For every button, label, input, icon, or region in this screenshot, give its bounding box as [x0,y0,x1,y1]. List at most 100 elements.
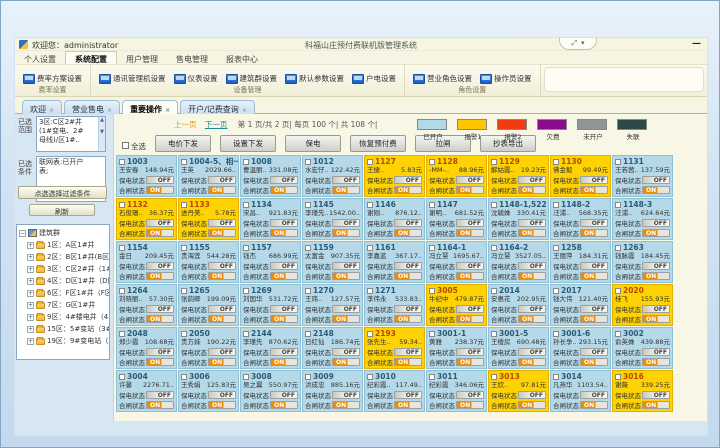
meter-card[interactable]: 3011纪彩霞346.06元保电状态OFF合闸状态ON [426,370,487,412]
baodian-toggle[interactable]: OFF [146,348,174,356]
card-checkbox[interactable] [429,245,435,251]
hezha-toggle[interactable]: ON [580,229,608,237]
baodian-toggle[interactable]: OFF [456,262,484,270]
hezha-toggle[interactable]: ON [208,186,236,194]
hezha-toggle[interactable]: ON [270,358,298,366]
select-all-checkbox[interactable] [122,142,129,149]
baodian-toggle[interactable]: OFF [332,176,360,184]
meter-card[interactable]: 1130佛金毅99.49元保电状态OFF合闸状态ON [550,155,611,197]
ribbon-button[interactable]: 仪表设置 [170,71,222,86]
hezha-toggle[interactable]: ON [518,272,546,280]
meter-card[interactable]: 1161李嘉蓝367.17..保电状态OFF合闸状态ON [364,241,425,283]
tree-item[interactable]: +7区：G区1#井 [19,299,109,311]
baodian-toggle[interactable]: OFF [456,391,484,399]
toolbar-button-设置下发[interactable]: 设置下发 [220,135,276,152]
hezha-toggle[interactable]: ON [332,229,360,237]
baodian-toggle[interactable]: OFF [394,219,422,227]
ribbon-button[interactable]: 建筑群设置 [222,71,282,86]
hezha-toggle[interactable]: ON [456,229,484,237]
hezha-toggle[interactable]: ON [332,315,360,323]
card-checkbox[interactable] [367,245,373,251]
hezha-toggle[interactable]: ON [394,358,422,366]
hezha-toggle[interactable]: ON [580,272,608,280]
meter-card[interactable]: 2193张先生..59.34..保电状态OFF合闸状态ON [364,327,425,369]
expand-icon[interactable]: + [27,290,34,297]
hezha-toggle[interactable]: ON [208,229,236,237]
hezha-toggle[interactable]: ON [456,358,484,366]
hezha-toggle[interactable]: ON [270,272,298,280]
meter-card[interactable]: 1131王若茜..137.59元保电状态OFF合闸状态ON [612,155,673,197]
card-checkbox[interactable] [553,374,559,380]
card-checkbox[interactable] [305,245,311,251]
card-checkbox[interactable] [615,202,621,208]
card-checkbox[interactable] [119,159,125,165]
hezha-toggle[interactable]: ON [146,315,174,323]
card-checkbox[interactable] [181,331,187,337]
tree-item[interactable]: +1区：A区1#井 [19,239,109,251]
baodian-toggle[interactable]: OFF [642,305,670,313]
meter-card[interactable]: 1164-1冯立慧1695.67..保电状态OFF合闸状态ON [426,241,487,283]
baodian-toggle[interactable]: OFF [518,305,546,313]
card-checkbox[interactable] [367,288,373,294]
hezha-toggle[interactable]: ON [146,229,174,237]
meter-card[interactable]: 3006王秀娟125.83元保电状态OFF合闸状态ON [178,370,239,412]
card-checkbox[interactable] [429,202,435,208]
meter-card[interactable]: 3001-6孙长争..293.15元保电状态OFF合闸状态ON [550,327,611,369]
scrollbar[interactable]: ▲▼ [98,117,105,151]
tree-item[interactable]: +3区：C区2#井（1#变 [19,263,109,275]
baodian-toggle[interactable]: OFF [332,262,360,270]
expand-icon[interactable]: + [27,254,34,261]
hezha-toggle[interactable]: ON [518,186,546,194]
expand-icon[interactable]: + [27,314,34,321]
toolbar-button-电价下发[interactable]: 电价下发 [155,135,211,152]
meter-card[interactable]: 1154金日209.45元保电状态OFF合闸状态ON [116,241,177,283]
baodian-toggle[interactable]: OFF [642,348,670,356]
hezha-toggle[interactable]: ON [456,186,484,194]
hezha-toggle[interactable]: ON [394,186,422,194]
ribbon-button[interactable]: 默认参数设置 [281,71,348,86]
hezha-toggle[interactable]: ON [208,401,236,409]
hezha-toggle[interactable]: ON [518,401,546,409]
baodian-toggle[interactable]: OFF [580,305,608,313]
hezha-toggle[interactable]: ON [208,272,236,280]
baodian-toggle[interactable]: OFF [394,305,422,313]
ribbon-button[interactable]: 通讯管理机设置 [95,71,170,86]
meter-card[interactable]: 1271李伟永533.83..保电状态OFF合闸状态ON [364,284,425,326]
meter-card[interactable]: 1269刘国华531.72元保电状态OFF合闸状态ON [240,284,301,326]
meter-card[interactable]: 1134宋昌..921.83元保电状态OFF合闸状态ON [240,198,301,240]
baodian-toggle[interactable]: OFF [332,348,360,356]
hezha-toggle[interactable]: ON [642,272,670,280]
meter-card[interactable]: 1128-MM-..88.96元保电状态OFF合闸状态ON [426,155,487,197]
meter-card[interactable]: 3005牛纪中479.87元保电状态OFF合闸状态ON [426,284,487,326]
card-checkbox[interactable] [491,331,497,337]
meter-card[interactable]: 1132石俊珊..36.37元保电状态OFF合闸状态ON [116,198,177,240]
selected-range-listbox[interactable]: ▲▼ 3区:C区2#井(1#变电、2#母线)/区1#.. [36,116,106,152]
baodian-toggle[interactable]: OFF [332,391,360,399]
prev-page-link[interactable]: 上一页 [174,120,197,129]
meter-card[interactable]: 3008吴之翼550.97元保电状态OFF合闸状态ON [240,370,301,412]
meter-card[interactable]: 1148-1,522沈毓姝330.41元保电状态OFF合闸状态ON [488,198,549,240]
hezha-toggle[interactable]: ON [270,229,298,237]
card-checkbox[interactable] [119,374,125,380]
baodian-toggle[interactable]: OFF [518,391,546,399]
baodian-toggle[interactable]: OFF [642,176,670,184]
card-checkbox[interactable] [243,202,249,208]
card-checkbox[interactable] [243,159,249,165]
meter-card[interactable]: 1157钱杰686.99元保电状态OFF合闸状态ON [240,241,301,283]
hezha-toggle[interactable]: ON [394,272,422,280]
meter-card[interactable]: 1146谢刚..876.12..保电状态OFF合闸状态ON [364,198,425,240]
baodian-toggle[interactable]: OFF [580,176,608,184]
hezha-toggle[interactable]: ON [270,401,298,409]
baodian-toggle[interactable]: OFF [270,305,298,313]
hezha-toggle[interactable]: ON [270,315,298,323]
meter-card[interactable]: 1145李瑾先..1542.00..保电状态OFF合闸状态ON [302,198,363,240]
hezha-toggle[interactable]: ON [146,272,174,280]
expand-icon[interactable]: + [27,338,34,345]
card-checkbox[interactable] [243,331,249,337]
baodian-toggle[interactable]: OFF [146,176,174,184]
hezha-toggle[interactable]: ON [146,401,174,409]
next-page-link[interactable]: 下一页 [205,120,228,129]
close-tab-icon[interactable]: × [49,107,54,114]
card-checkbox[interactable] [181,374,187,380]
baodian-toggle[interactable]: OFF [580,219,608,227]
